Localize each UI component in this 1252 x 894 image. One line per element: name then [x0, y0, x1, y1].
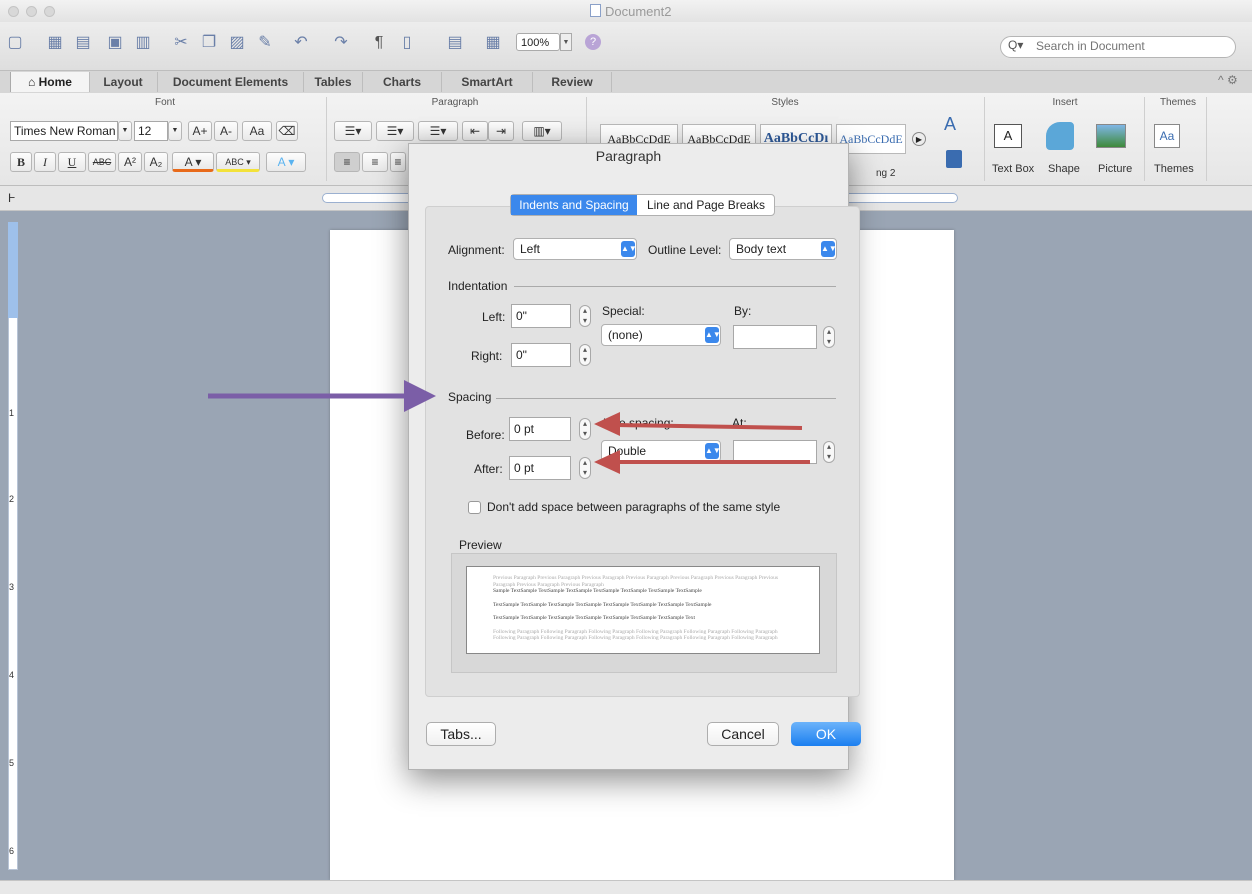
red-annotation-arrow-after: [594, 450, 810, 474]
purple-annotation-arrow: [208, 380, 436, 412]
annotation-overlay: [208, 380, 810, 474]
red-annotation-arrow-before: [594, 412, 803, 436]
